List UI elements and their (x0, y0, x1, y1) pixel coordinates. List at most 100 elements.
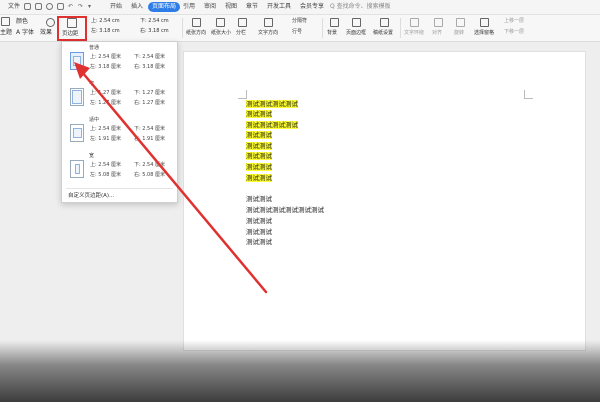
margins-highlight-box (57, 16, 87, 41)
doc-line: 测试测试 (246, 110, 272, 118)
menu-home[interactable]: 开始 (110, 2, 122, 12)
effects-label[interactable]: 效果 (40, 29, 52, 37)
undo-icon[interactable]: ↶ (68, 2, 73, 12)
margin-value: 右: 1.91 厘米 (134, 136, 165, 142)
align-button[interactable]: 对齐 (432, 29, 442, 37)
search-input[interactable]: Q 查找命令、搜索模板 (330, 2, 420, 12)
save-icon[interactable] (24, 3, 31, 10)
doc-line: 测试测试 (246, 152, 272, 160)
background-button[interactable]: 背景 (327, 29, 337, 37)
doc-line: 测试测试 (246, 228, 272, 236)
preset-name: 窄 (89, 81, 95, 87)
background-icon[interactable] (330, 18, 339, 27)
menu-references[interactable]: 引用 (183, 2, 195, 12)
video-caption-overlay (0, 340, 600, 402)
font-button[interactable]: A 字体 (16, 29, 34, 37)
margin-preset-normal[interactable]: 普通 上: 2.54 厘米 下: 2.54 厘米 左: 3.18 厘米 右: 3… (62, 44, 177, 82)
margin-value: 下: 2.54 厘米 (134, 162, 165, 168)
margin-value: 下: 1.27 厘米 (134, 90, 165, 96)
margin-bottom-field[interactable]: 下: 2.54 cm (140, 17, 169, 25)
margin-value: 右: 3.18 厘米 (134, 64, 165, 70)
print-icon[interactable] (35, 3, 42, 10)
paper-size-button[interactable]: 纸张大小 (211, 29, 231, 37)
selection-pane-icon[interactable] (480, 18, 489, 27)
preset-name: 宽 (89, 153, 95, 159)
page-thumbnail-icon (70, 88, 84, 106)
orientation-button[interactable]: 纸张方向 (186, 29, 206, 37)
wrap-text-icon[interactable] (410, 18, 419, 27)
theme-icon[interactable] (1, 17, 10, 26)
doc-line: 测试测试测试测试 (246, 100, 298, 108)
margin-preset-narrow[interactable]: 窄 上: 1.27 厘米 下: 1.27 厘米 左: 1.27 厘米 右: 1.… (62, 80, 177, 118)
menu-insert[interactable]: 插入 (131, 2, 143, 12)
margin-preset-wide[interactable]: 宽 上: 2.54 厘米 下: 2.54 厘米 左: 5.08 厘米 右: 5.… (62, 152, 177, 190)
margin-value: 左: 3.18 厘米 (90, 64, 121, 70)
margins-dropdown: 普通 上: 2.54 厘米 下: 2.54 厘米 左: 3.18 厘米 右: 3… (61, 41, 178, 203)
margin-right-field[interactable]: 右: 3.18 cm (140, 27, 169, 35)
align-icon[interactable] (434, 18, 443, 27)
margin-value: 下: 2.54 厘米 (134, 54, 165, 60)
orientation-icon[interactable] (192, 18, 201, 27)
rotate-icon[interactable] (456, 18, 465, 27)
manuscript-icon[interactable] (380, 18, 389, 27)
margin-value: 右: 1.27 厘米 (134, 100, 165, 106)
color-button[interactable]: 颜色 (16, 18, 28, 26)
corner-mark (238, 90, 247, 99)
text-direction-button[interactable]: 文字方向 (258, 29, 278, 37)
selection-pane-button[interactable]: 选择窗格 (474, 29, 494, 37)
paper-size-icon[interactable] (216, 18, 225, 27)
margin-left-field[interactable]: 左: 3.18 cm (91, 27, 120, 35)
menu-section[interactable]: 章节 (246, 2, 258, 12)
theme-label[interactable]: 主题 (0, 29, 12, 37)
menu-view[interactable]: 视图 (225, 2, 237, 12)
page-border-icon[interactable] (352, 18, 361, 27)
redo-icon[interactable]: ↷ (78, 2, 83, 12)
margin-value: 左: 1.91 厘米 (90, 136, 121, 142)
dropdown-divider (66, 188, 173, 189)
page-thumbnail-icon (70, 160, 84, 178)
margin-preset-moderate[interactable]: 适中 上: 2.54 厘米 下: 2.54 厘米 左: 1.91 厘米 右: 1… (62, 116, 177, 154)
line-numbers-button[interactable]: 行号 (292, 28, 302, 36)
manuscript-button[interactable]: 稿纸设置 (373, 29, 393, 37)
margin-value: 上: 2.54 厘米 (90, 126, 121, 132)
send-backward-button[interactable]: 下移一层 (504, 28, 524, 36)
menu-review[interactable]: 审阅 (204, 2, 216, 12)
doc-line: 测试测试 (246, 195, 272, 203)
margin-value: 右: 5.08 厘米 (134, 172, 165, 178)
ribbon: 主题 颜色 A 字体 效果 页边距 上: 2.54 cm 左: 3.18 cm … (0, 15, 600, 42)
doc-line: 测试测试 (246, 238, 272, 246)
text-direction-icon[interactable] (264, 18, 273, 27)
wrap-text-button[interactable]: 文字环绕 (404, 29, 424, 37)
export-icon[interactable] (57, 3, 64, 10)
page-thumbnail-icon (70, 124, 84, 142)
custom-margins-item[interactable]: 自定义页边距(A)... (68, 191, 114, 199)
more-chevron-icon[interactable]: ▾ (88, 2, 91, 12)
doc-line: 测试测试 (246, 217, 272, 225)
doc-line: 测试测试测试测试 (246, 121, 298, 129)
margin-value: 上: 1.27 厘米 (90, 90, 121, 96)
effects-icon[interactable] (46, 18, 55, 27)
rotate-button[interactable]: 旋转 (454, 29, 464, 37)
margin-value: 上: 2.54 厘米 (90, 162, 121, 168)
menu-member[interactable]: 会员专享 (300, 2, 324, 12)
preview-icon[interactable] (46, 3, 53, 10)
preset-name: 适中 (89, 117, 100, 123)
margin-top-field[interactable]: 上: 2.54 cm (91, 17, 120, 25)
page-thumbnail-icon (70, 52, 84, 70)
menu-file[interactable]: 文件 (8, 2, 20, 12)
bring-forward-button[interactable]: 上移一层 (504, 17, 524, 25)
doc-line: 测试测试 (246, 163, 272, 171)
ribbon-separator (322, 18, 323, 38)
columns-icon[interactable] (238, 18, 247, 27)
columns-button[interactable]: 分栏 (236, 29, 246, 37)
ribbon-separator (400, 18, 401, 38)
page-border-button[interactable]: 页面边框 (346, 29, 366, 37)
doc-line: 测试测试 (246, 142, 272, 150)
menu-page-layout[interactable]: 页面布局 (148, 2, 181, 12)
doc-line: 测试测试 (246, 131, 272, 139)
breaks-button[interactable]: 分隔符 (292, 17, 307, 25)
margin-value: 左: 1.27 厘米 (90, 100, 121, 106)
document-page[interactable]: 测试测试测试测试 测试测试 测试测试测试测试 测试测试 测试测试 测试测试 测试… (183, 51, 586, 351)
menu-developer[interactable]: 开发工具 (267, 2, 291, 12)
doc-line: 测试测试 (246, 174, 272, 182)
